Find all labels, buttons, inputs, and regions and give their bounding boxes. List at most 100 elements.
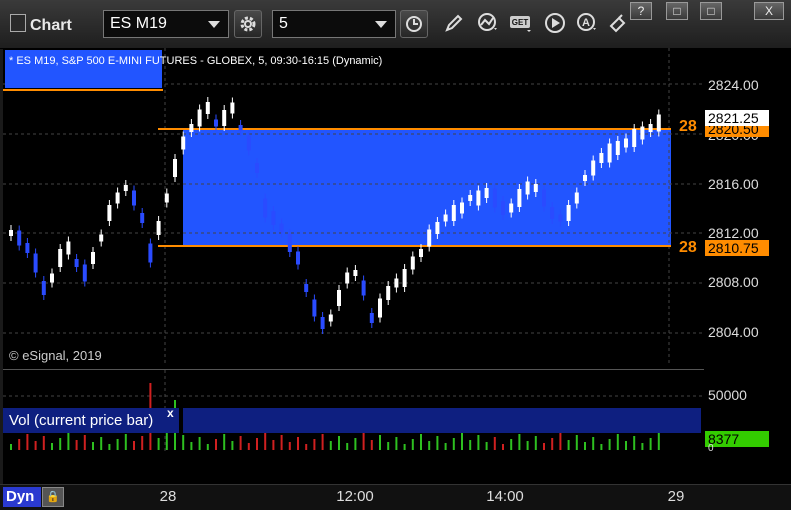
- price-plot[interactable]: [3, 48, 704, 365]
- maximize-button[interactable]: □: [700, 2, 722, 20]
- candle: [558, 214, 563, 222]
- settings-button[interactable]: [234, 10, 262, 38]
- candle: [312, 299, 317, 317]
- pencil-icon: [445, 14, 463, 32]
- paint-button[interactable]: [604, 10, 632, 38]
- interval-select[interactable]: 5: [272, 10, 396, 38]
- candle: [484, 188, 489, 198]
- volume-bar: [518, 434, 521, 450]
- candle: [648, 124, 653, 132]
- candle: [140, 213, 145, 223]
- volume-bar: [575, 435, 578, 450]
- candle: [492, 188, 497, 208]
- price-axis[interactable]: 2824.00 2820.00 2816.00 2812.00 2808.00 …: [704, 48, 791, 484]
- time-axis[interactable]: Dyn 🔒 28 12:00 14:00 29: [0, 484, 791, 510]
- volume-bar: [534, 436, 537, 450]
- candle: [337, 290, 341, 306]
- play-button[interactable]: [541, 10, 569, 38]
- x-tick: 29: [667, 488, 685, 505]
- volume-bar: [551, 438, 554, 450]
- minimize-button[interactable]: □: [666, 2, 688, 20]
- chart-window-icon: [10, 14, 26, 32]
- candle: [66, 241, 71, 255]
- candle: [574, 192, 579, 204]
- volume-bar: [329, 441, 332, 450]
- close-study-icon[interactable]: x: [167, 406, 174, 420]
- volume-bar: [231, 441, 234, 450]
- candle: [279, 223, 284, 233]
- volume-bar: [502, 444, 504, 450]
- candle: [287, 234, 292, 252]
- candle: [181, 136, 186, 150]
- dynamic-mode-button[interactable]: Dyn: [3, 487, 41, 507]
- volume-bar: [280, 435, 283, 450]
- candle: [566, 205, 571, 221]
- volume-bar: [625, 441, 627, 450]
- candle: [156, 221, 161, 235]
- candle: [509, 203, 514, 213]
- candle: [550, 207, 555, 219]
- candle: [656, 114, 661, 132]
- candle: [632, 129, 637, 147]
- copyright: © eSignal, 2019: [9, 348, 102, 363]
- clock-button[interactable]: [400, 10, 428, 38]
- volume-bar: [411, 439, 414, 450]
- candle: [164, 193, 169, 203]
- candle: [443, 214, 448, 222]
- candle: [435, 222, 440, 234]
- candle: [501, 201, 505, 215]
- candle: [230, 102, 235, 114]
- toolbar: Chart ES M19 5 GET A ? □ □ X: [0, 0, 791, 49]
- minimize-label: □: [673, 4, 681, 18]
- x-tick: 14:00: [486, 488, 524, 505]
- candle: [517, 189, 522, 207]
- play-icon: [545, 13, 565, 33]
- volume-bar: [34, 441, 37, 450]
- candle: [296, 251, 300, 265]
- volume-bar: [288, 442, 291, 450]
- volume-bar: [297, 437, 299, 450]
- svg-text:GET: GET: [512, 18, 529, 27]
- draw-button[interactable]: [440, 10, 468, 38]
- volume-bar: [469, 440, 472, 450]
- volume-bar: [592, 437, 595, 450]
- volume-bar: [133, 441, 135, 450]
- volume-bar: [313, 439, 316, 450]
- study-button[interactable]: [474, 10, 502, 38]
- lock-icon[interactable]: 🔒: [42, 487, 64, 507]
- volume-bar: [239, 436, 242, 450]
- volume-bar: [321, 434, 324, 450]
- volume-bar: [59, 438, 62, 450]
- volume-bar: [141, 436, 144, 450]
- y-tick: 2816.00: [708, 176, 759, 192]
- price-chart[interactable]: * ES M19, S&P 500 E-MINI FUTURES - GLOBE…: [3, 48, 704, 365]
- symbol-select[interactable]: ES M19: [103, 10, 229, 38]
- volume-bar: [198, 437, 201, 450]
- volume-bar: [657, 433, 660, 450]
- candle: [50, 273, 54, 283]
- volume-bar: [428, 441, 431, 450]
- volume-study-label[interactable]: Vol (current price bar): [3, 408, 179, 433]
- volume-bar: [108, 444, 111, 450]
- close-button[interactable]: X: [754, 2, 784, 20]
- volume-bar: [124, 434, 127, 450]
- candle: [460, 202, 464, 214]
- chart-header-text: * ES M19, S&P 500 E-MINI FUTURES - GLOBE…: [9, 55, 383, 67]
- candle: [33, 253, 38, 273]
- volume-bar: [338, 436, 340, 450]
- help-button[interactable]: ?: [630, 2, 652, 20]
- upper-level-tag: 28: [679, 118, 697, 135]
- help-label: ?: [637, 4, 645, 18]
- candle: [255, 163, 259, 173]
- volume-bar: [436, 436, 439, 450]
- volume-bar: [444, 443, 447, 450]
- candle: [222, 110, 227, 126]
- volume-bar: [272, 440, 275, 450]
- candle: [197, 109, 202, 127]
- text-a-icon: A: [577, 13, 596, 31]
- lower-level-tag: 28: [679, 239, 697, 256]
- volume-bar: [190, 442, 193, 450]
- text-button[interactable]: A: [573, 10, 601, 38]
- y-tick: 2804.00: [708, 324, 759, 340]
- get-data-button[interactable]: GET: [508, 10, 536, 38]
